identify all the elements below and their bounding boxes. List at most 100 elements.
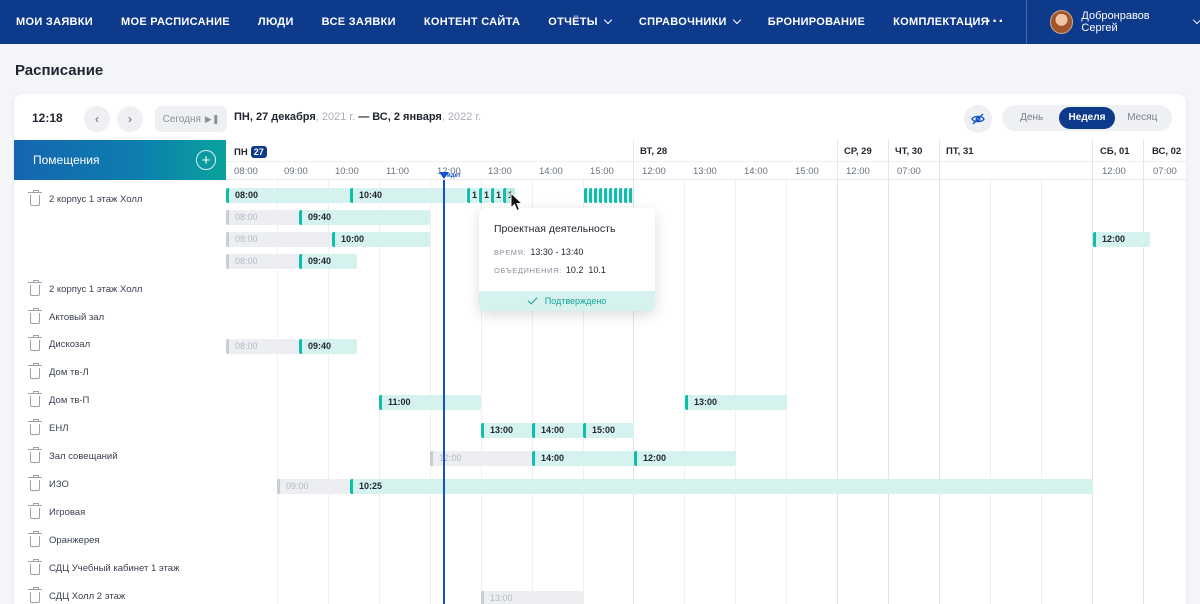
event-block-past[interactable]: 13:00 (481, 591, 583, 604)
event-block-mini[interactable] (624, 188, 628, 203)
trash-icon[interactable] (28, 447, 42, 463)
event-block[interactable]: 08:00 (226, 188, 350, 203)
event-block-past[interactable]: 08:00 (226, 339, 299, 354)
event-block-mini[interactable] (629, 188, 633, 203)
hour-label: 08:00 (234, 166, 258, 177)
date-range: ПН, 27 декабря, 2021 г. — ВС, 2 января, … (234, 111, 481, 123)
room-row[interactable]: СДЦ Учебный кабинет 1 этаж (28, 559, 179, 575)
view-week[interactable]: Неделя (1059, 107, 1115, 129)
event-block[interactable]: 10:40 (350, 188, 466, 203)
trash-icon[interactable] (28, 587, 42, 603)
event-block[interactable]: 1 (491, 188, 502, 203)
trash-icon[interactable] (28, 503, 42, 519)
event-block-past[interactable]: 08:00 (226, 232, 332, 247)
nav-reports[interactable]: ОТЧЁТЫ (534, 0, 625, 44)
prev-period-button[interactable]: ‹ (84, 106, 110, 132)
event-block-past[interactable]: 08:00 (226, 210, 299, 225)
event-block-past[interactable]: 08:00 (226, 254, 299, 269)
trash-icon[interactable] (28, 280, 42, 296)
event-block[interactable]: 12:00 (634, 451, 736, 466)
room-row[interactable]: ЕНЛ (28, 419, 68, 435)
event-block-past[interactable]: 12:00 (430, 451, 532, 466)
event-block[interactable]: 10:00 (332, 232, 430, 247)
nav-people[interactable]: ЛЮДИ (244, 0, 308, 44)
day-thursday[interactable]: ЧТ, 30 (895, 146, 922, 157)
room-row[interactable]: ИЗО (28, 475, 69, 491)
user-name: Добронравов Сергей (1081, 10, 1150, 34)
event-block[interactable]: 10:25 (350, 479, 1093, 494)
view-day[interactable]: День (1004, 107, 1059, 129)
event-block-mini[interactable] (589, 188, 593, 203)
resources-header: Помещения + (14, 140, 226, 180)
nav-directories[interactable]: СПРАВОЧНИКИ (625, 0, 754, 44)
event-block[interactable]: 12:00 (1093, 232, 1150, 247)
trash-icon[interactable] (28, 391, 42, 407)
trash-icon[interactable] (28, 308, 42, 324)
event-block[interactable]: 14:00 (532, 423, 583, 438)
room-row[interactable]: Дом тв-П (28, 391, 89, 407)
schedule-card: 12:18 ‹ › Сегодня ▶❚ ПН, 27 декабря, 202… (14, 94, 1186, 604)
room-row[interactable]: 2 корпус 1 этаж Холл (28, 190, 143, 206)
hide-toggle-button[interactable] (964, 105, 992, 133)
trash-icon[interactable] (28, 335, 42, 351)
event-block[interactable]: 09:40 (299, 339, 357, 354)
hour-label: 10:00 (335, 166, 359, 177)
chevron-down-icon (603, 15, 613, 25)
event-block[interactable]: 13:00 (685, 395, 787, 410)
event-block[interactable]: 1 (479, 188, 490, 203)
event-block-mini[interactable] (584, 188, 588, 203)
event-block-mini[interactable] (614, 188, 618, 203)
day-tuesday[interactable]: ВТ, 28 (640, 146, 667, 157)
event-block-mini[interactable] (604, 188, 608, 203)
nav-all-requests[interactable]: ВСЕ ЗАЯВКИ (308, 0, 410, 44)
day-friday[interactable]: ПТ, 31 (946, 146, 974, 157)
event-block[interactable]: 11:00 (379, 395, 481, 410)
trash-icon[interactable] (28, 363, 42, 379)
nav-equipment[interactable]: КОМПЛЕКТАЦИЯ (879, 0, 1003, 44)
room-row[interactable]: Актовый зал (28, 308, 104, 324)
event-block[interactable]: 1 (467, 188, 478, 203)
room-row[interactable]: СДЦ Холл 2 этаж (28, 587, 125, 603)
header-divider (226, 161, 1186, 162)
nav-site-content[interactable]: КОНТЕНТ САЙТА (410, 0, 534, 44)
event-block[interactable]: 14:00 (532, 451, 634, 466)
room-row[interactable]: 2 корпус 1 этаж Холл (28, 280, 142, 296)
view-month[interactable]: Месяц (1115, 107, 1170, 129)
event-block[interactable]: 09:40 (299, 254, 357, 269)
add-resource-button[interactable]: + (196, 150, 216, 170)
room-row[interactable]: Оранжерея (28, 531, 100, 547)
plus-circle-icon: + (201, 151, 211, 169)
more-menu-button[interactable]: ··· (986, 13, 1005, 31)
trash-icon[interactable] (28, 531, 42, 547)
day-monday[interactable]: ПН 27 (234, 146, 267, 158)
day-sunday[interactable]: ВС, 02 (1152, 146, 1181, 157)
nav-booking[interactable]: БРОНИРОВАНИЕ (754, 0, 879, 44)
event-block-past[interactable]: 09:00 (277, 479, 350, 494)
room-row[interactable]: Дискозал (28, 335, 90, 351)
trash-icon[interactable] (28, 419, 42, 435)
room-row[interactable]: Дом тв-Л (28, 363, 89, 379)
next-period-button[interactable]: › (117, 106, 143, 132)
user-menu[interactable]: Добронравов Сергей (1050, 10, 1200, 34)
trash-icon[interactable] (28, 559, 42, 575)
trash-icon[interactable] (28, 475, 42, 491)
today-button[interactable]: Сегодня ▶❚ (155, 106, 227, 132)
event-block[interactable]: 15:00 (583, 423, 634, 438)
event-block[interactable]: 09:40 (299, 210, 430, 225)
day-saturday[interactable]: СБ, 01 (1100, 146, 1130, 157)
nav-my-requests[interactable]: МОИ ЗАЯВКИ (0, 0, 107, 44)
event-block-mini[interactable] (599, 188, 603, 203)
chevron-left-icon: ‹ (95, 112, 99, 126)
event-block-mini[interactable] (609, 188, 613, 203)
trash-icon[interactable] (28, 190, 42, 206)
event-block-mini[interactable] (594, 188, 598, 203)
room-name: 2 корпус 1 этаж Холл (49, 193, 143, 205)
room-row[interactable]: Зал совещаний (28, 447, 118, 463)
popup-groups-row: ОБЪЕДИНЕНИЯ: 10.2 10.1 (494, 265, 606, 275)
room-name: Оранжерея (49, 534, 100, 546)
event-block[interactable]: 13:00 (481, 423, 532, 438)
day-wednesday[interactable]: СР, 29 (844, 146, 872, 157)
nav-my-schedule[interactable]: МОЕ РАСПИСАНИЕ (107, 0, 244, 44)
event-block-mini[interactable] (619, 188, 623, 203)
room-row[interactable]: Игровая (28, 503, 85, 519)
